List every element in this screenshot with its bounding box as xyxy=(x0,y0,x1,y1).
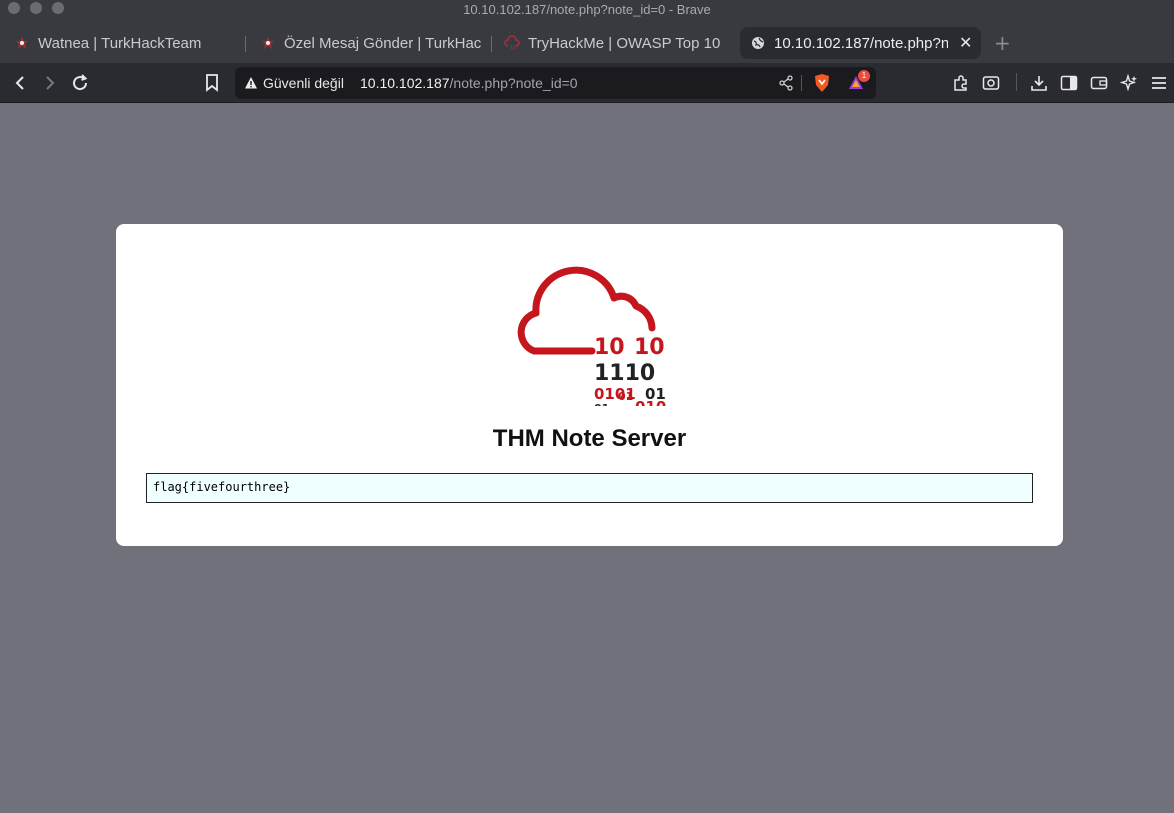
forward-icon[interactable] xyxy=(39,72,61,94)
logo-digits: 1110 xyxy=(594,361,655,386)
downloads-icon[interactable] xyxy=(1028,72,1050,94)
tab-label: Watnea | TurkHackTeam xyxy=(38,34,202,52)
thm-cloud-logo: 10 10 1110 0101 01 01 010 xyxy=(517,266,666,406)
security-indicator[interactable]: Güvenli değil xyxy=(244,75,344,91)
screenshot-icon[interactable] xyxy=(980,72,1002,94)
close-tab-icon[interactable]: ✕ xyxy=(959,33,972,52)
tab-note-page[interactable]: 10.10.102.187/note.php?nc xyxy=(740,27,981,59)
svg-text:10: 10 xyxy=(510,45,516,51)
security-label: Güvenli değil xyxy=(263,75,344,91)
brave-shields-icon[interactable] xyxy=(811,72,833,94)
tab-label: 10.10.102.187/note.php?nc xyxy=(774,34,948,52)
share-icon[interactable] xyxy=(775,72,797,94)
bookmark-icon[interactable] xyxy=(201,72,223,94)
logo-digits: 01 xyxy=(618,390,633,403)
address-bar[interactable]: Güvenli değil 10.10.102.187/note.php?not… xyxy=(235,67,876,99)
sidebar-icon[interactable] xyxy=(1058,72,1080,94)
url-text[interactable]: 10.10.102.187/note.php?note_id=0 xyxy=(360,75,578,91)
url-path: /note.php?note_id=0 xyxy=(449,75,578,91)
window-title: 10.10.102.187/note.php?note_id=0 - Brave xyxy=(463,2,711,17)
tab-separator xyxy=(245,36,246,52)
logo-digits: 10 xyxy=(634,335,665,360)
note-content: flag{fivefourthree} xyxy=(146,473,1033,503)
new-tab-button[interactable]: + xyxy=(994,31,1011,55)
navigation-toolbar: Güvenli değil 10.10.102.187/note.php?not… xyxy=(0,63,1174,103)
logo-digits: 10 xyxy=(594,335,625,360)
note-card: 10 10 1110 0101 01 01 010 01 THM Note Se… xyxy=(116,224,1063,546)
reload-icon[interactable] xyxy=(69,72,91,94)
tab-separator xyxy=(491,36,492,52)
warning-icon xyxy=(245,77,257,89)
logo-digits-bottom: 01 xyxy=(618,390,633,403)
turkhackteam-favicon xyxy=(14,35,30,51)
toolbar-divider xyxy=(1016,73,1017,91)
wallet-icon[interactable] xyxy=(1088,72,1110,94)
back-icon[interactable] xyxy=(9,72,31,94)
page-title: THM Note Server xyxy=(492,425,687,452)
tryhackme-favicon: 10 xyxy=(504,35,520,51)
rewards-badge: 1 xyxy=(858,70,870,82)
tab-ozel-mesaj[interactable]: Özel Mesaj Gönder | TurkHack xyxy=(260,27,482,59)
globe-icon xyxy=(750,35,766,51)
tab-strip: Watnea | TurkHackTeam Özel Mesaj Gönder … xyxy=(0,23,1174,63)
leo-ai-icon[interactable] xyxy=(1118,72,1140,94)
tab-tryhackme[interactable]: 10 TryHackMe | OWASP Top 10 - xyxy=(504,27,724,59)
tab-label: Özel Mesaj Gönder | TurkHack xyxy=(284,34,482,52)
logo-digits: 01 xyxy=(594,402,609,406)
menu-icon[interactable] xyxy=(1148,72,1170,94)
tab-watnea[interactable]: Watnea | TurkHackTeam xyxy=(14,27,236,59)
address-bar-divider xyxy=(801,75,802,91)
window-titlebar: 10.10.102.187/note.php?note_id=0 - Brave xyxy=(0,0,1174,23)
extensions-icon[interactable] xyxy=(950,72,972,94)
turkhackteam-favicon xyxy=(260,35,276,51)
url-host: 10.10.102.187 xyxy=(360,75,450,91)
tab-label: TryHackMe | OWASP Top 10 - xyxy=(528,34,724,52)
